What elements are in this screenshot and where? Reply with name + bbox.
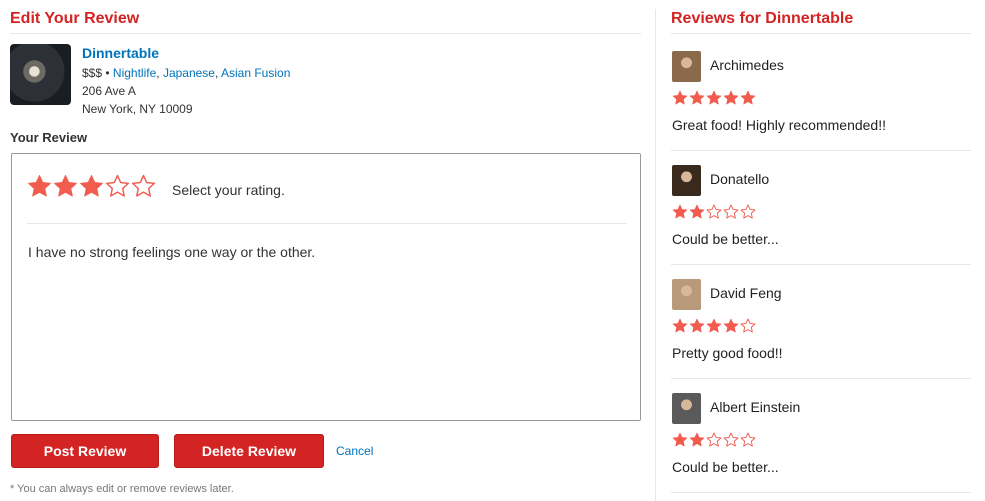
review-item: David Feng Pretty good food!! (671, 279, 971, 393)
reviewer-name[interactable]: David Feng (710, 285, 782, 301)
cancel-link[interactable]: Cancel (336, 444, 373, 458)
price-range: $$$ (82, 66, 103, 80)
star-filled-icon (723, 90, 739, 105)
review-item: Donatello Could be better... (671, 165, 971, 279)
review-stars (672, 90, 756, 106)
review-item: Albert Einstein Could be better... (671, 393, 971, 501)
star-filled-icon (672, 318, 688, 333)
star-empty-icon[interactable] (105, 174, 130, 199)
star-empty-icon (740, 318, 756, 333)
avatar[interactable] (672, 279, 701, 310)
review-stars (672, 432, 756, 448)
review-divider (671, 492, 971, 493)
reviews-sidebar: Reviews for Dinnertable Archimedes Great… (671, 0, 971, 501)
star-filled-icon (672, 204, 688, 219)
category-link-nightlife[interactable]: Nightlife (113, 66, 156, 80)
star-empty-icon (706, 432, 722, 447)
address-line-2: New York, NY 10009 (82, 102, 193, 116)
star-filled-icon (706, 318, 722, 333)
your-review-label: Your Review (10, 130, 88, 145)
review-textarea[interactable]: I have no strong feelings one way or the… (28, 244, 315, 260)
star-rating-selector[interactable] (27, 174, 156, 199)
review-text: Pretty good food!! (672, 345, 783, 361)
review-text: Could be better... (672, 231, 779, 247)
rating-divider (27, 223, 627, 224)
review-stars (672, 204, 756, 220)
category-link-japanese[interactable]: Japanese (163, 66, 215, 80)
star-filled-icon (689, 204, 705, 219)
delete-review-button[interactable]: Delete Review (174, 434, 324, 468)
edit-note: * You can always edit or remove reviews … (10, 483, 234, 495)
star-filled-icon[interactable] (27, 174, 52, 199)
category-link-asian-fusion[interactable]: Asian Fusion (221, 66, 290, 80)
star-empty-icon (706, 204, 722, 219)
review-item: Archimedes Great food! Highly recommende… (671, 51, 971, 165)
star-filled-icon[interactable] (79, 174, 104, 199)
star-empty-icon[interactable] (131, 174, 156, 199)
star-filled-icon (689, 318, 705, 333)
review-divider (671, 150, 971, 151)
review-text: Could be better... (672, 459, 779, 475)
edit-review-title: Edit Your Review (10, 10, 140, 27)
star-filled-icon (706, 90, 722, 105)
business-photo[interactable] (10, 44, 71, 105)
reviewer-name[interactable]: Archimedes (710, 57, 784, 73)
rating-prompt: Select your rating. (172, 182, 285, 198)
star-filled-icon (672, 432, 688, 447)
star-filled-icon (723, 318, 739, 333)
review-divider (671, 264, 971, 265)
separator-dot: • (102, 66, 113, 80)
star-filled-icon[interactable] (53, 174, 78, 199)
post-review-button[interactable]: Post Review (11, 434, 159, 468)
star-filled-icon (689, 432, 705, 447)
address-line-1: 206 Ave A (82, 84, 136, 98)
star-empty-icon (723, 432, 739, 447)
star-empty-icon (723, 204, 739, 219)
avatar[interactable] (672, 51, 701, 82)
sidebar-title-divider (671, 33, 971, 34)
star-empty-icon (740, 204, 756, 219)
star-filled-icon (689, 90, 705, 105)
review-stars (672, 318, 756, 334)
avatar[interactable] (672, 165, 701, 196)
reviewer-name[interactable]: Albert Einstein (710, 399, 800, 415)
review-form: Select your rating. I have no strong fee… (11, 153, 641, 421)
review-text: Great food! Highly recommended!! (672, 117, 886, 133)
star-filled-icon (672, 90, 688, 105)
reviewer-name[interactable]: Donatello (710, 171, 769, 187)
edit-review-panel: Edit Your Review Dinnertable $$$ • Night… (10, 0, 641, 501)
star-empty-icon (740, 432, 756, 447)
avatar[interactable] (672, 393, 701, 424)
star-filled-icon (740, 90, 756, 105)
sidebar-title: Reviews for Dinnertable (671, 10, 854, 27)
business-name-link[interactable]: Dinnertable (82, 45, 159, 61)
business-price-categories: $$$ • Nightlife, Japanese, Asian Fusion (82, 66, 291, 80)
title-divider (10, 33, 641, 34)
review-divider (671, 378, 971, 379)
column-divider (655, 9, 656, 501)
